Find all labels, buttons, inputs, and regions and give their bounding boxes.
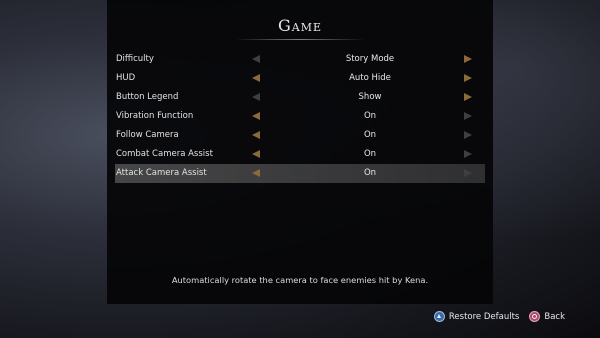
circle-button-icon [529, 311, 541, 322]
button-legend: Restore Defaults Back [424, 311, 565, 322]
setting-row-attack-camera-assist[interactable]: Attack Camera Assist On [115, 164, 485, 183]
arrow-left-icon[interactable] [252, 131, 260, 139]
arrow-right-icon[interactable] [464, 55, 472, 63]
arrow-right-icon[interactable] [464, 93, 472, 101]
arrow-left-icon[interactable] [252, 55, 260, 63]
setting-value: Auto Hide [349, 73, 391, 83]
setting-value: On [363, 168, 377, 178]
setting-value: On [363, 149, 377, 159]
title-divider [235, 39, 365, 40]
arrow-left-icon[interactable] [252, 112, 260, 120]
arrow-right-icon[interactable] [464, 74, 472, 82]
settings-list: Difficulty Story Mode HUD Auto Hide Butt… [115, 50, 485, 183]
arrow-left-icon[interactable] [252, 169, 260, 177]
setting-row-combat-camera-assist[interactable]: Combat Camera Assist On [115, 145, 485, 164]
setting-value: On [363, 130, 377, 140]
setting-label: Attack Camera Assist [116, 168, 207, 178]
arrow-right-icon[interactable] [464, 169, 472, 177]
setting-value: Story Mode [345, 54, 395, 64]
settings-panel: Game Difficulty Story Mode HUD Auto Hide… [107, 0, 493, 304]
restore-defaults-button[interactable]: Restore Defaults [433, 311, 520, 322]
back-button[interactable]: Back [529, 311, 565, 322]
setting-row-hud[interactable]: HUD Auto Hide [115, 69, 485, 88]
setting-label: Difficulty [116, 54, 154, 64]
setting-label: Follow Camera [116, 130, 179, 140]
setting-label: HUD [116, 73, 136, 83]
arrow-right-icon[interactable] [464, 112, 472, 120]
setting-row-vibration[interactable]: Vibration Function On [115, 107, 485, 126]
setting-description: Automatically rotate the camera to face … [171, 275, 429, 285]
arrow-left-icon[interactable] [252, 150, 260, 158]
setting-row-difficulty[interactable]: Difficulty Story Mode [115, 50, 485, 69]
setting-row-button-legend[interactable]: Button Legend Show [115, 88, 485, 107]
restore-defaults-label: Restore Defaults [448, 311, 520, 322]
arrow-right-icon[interactable] [464, 150, 472, 158]
back-label: Back [544, 311, 565, 322]
setting-value: On [363, 111, 377, 121]
arrow-left-icon[interactable] [252, 93, 260, 101]
setting-label: Vibration Function [116, 111, 194, 121]
setting-label: Combat Camera Assist [116, 149, 213, 159]
arrow-left-icon[interactable] [252, 74, 260, 82]
page-title: Game [277, 16, 323, 35]
setting-row-follow-camera[interactable]: Follow Camera On [115, 126, 485, 145]
arrow-right-icon[interactable] [464, 131, 472, 139]
triangle-button-icon [433, 311, 445, 322]
setting-value: Show [358, 92, 382, 102]
setting-label: Button Legend [116, 92, 179, 102]
